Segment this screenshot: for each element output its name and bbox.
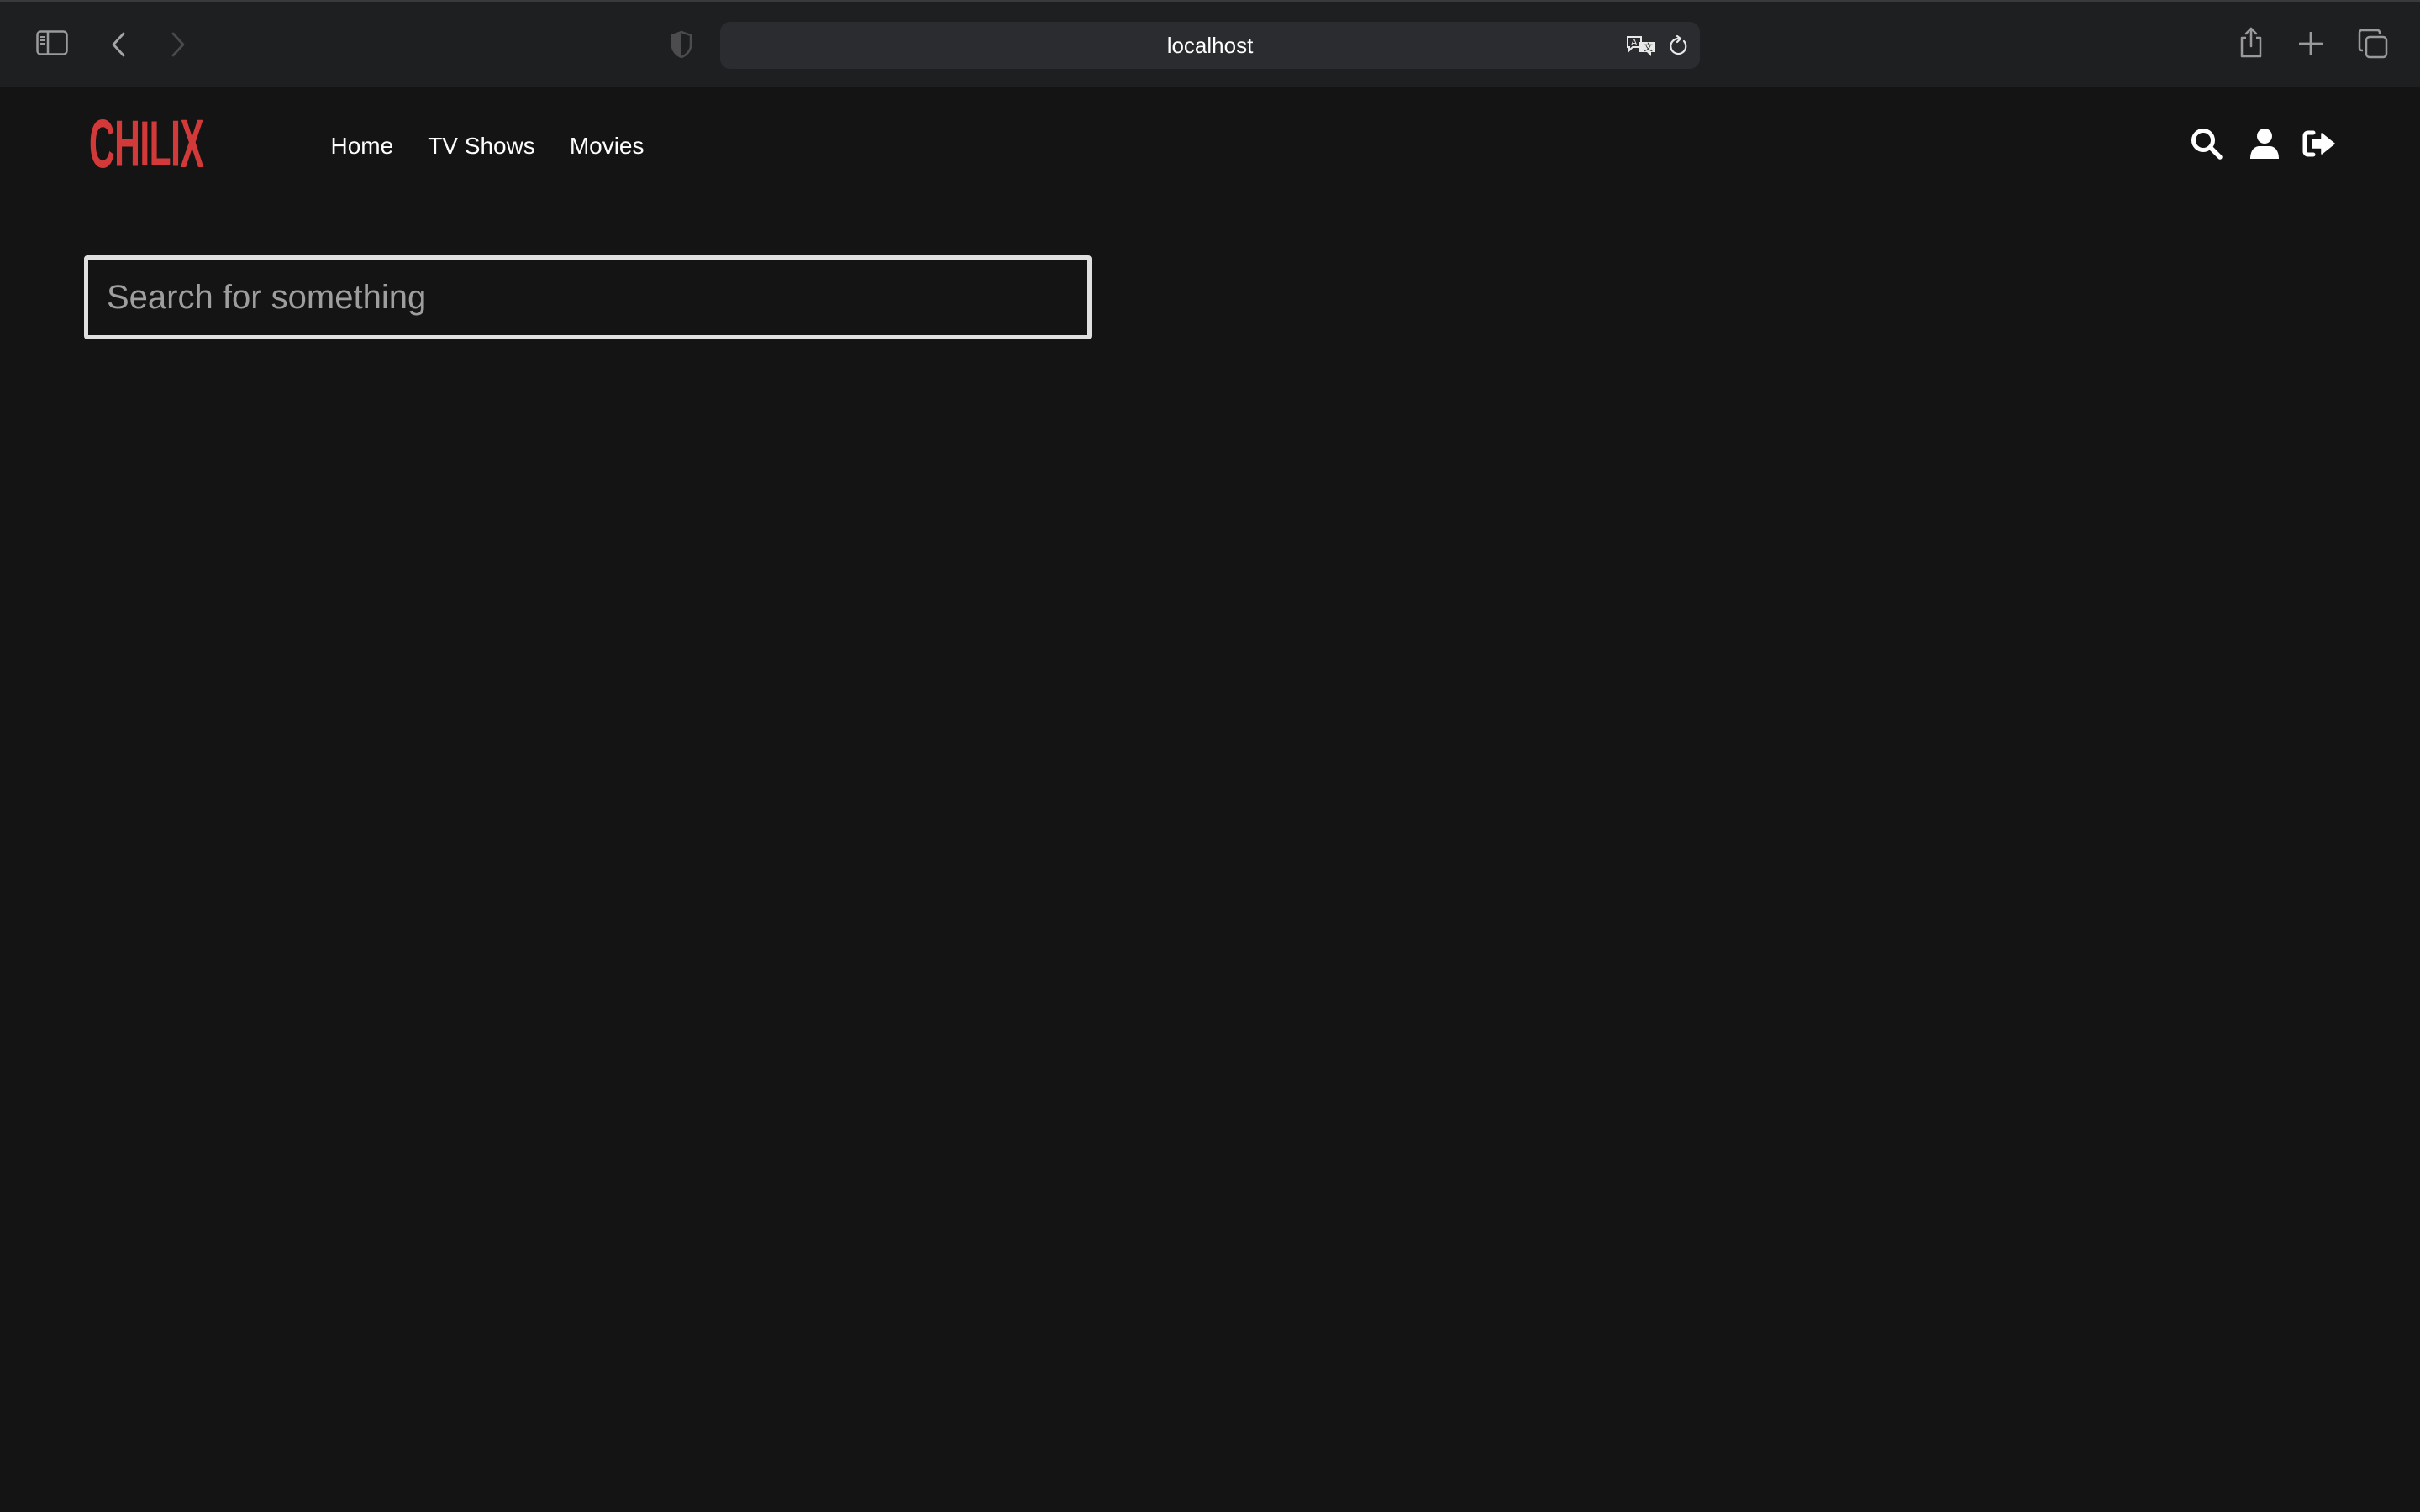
logo-letter: C <box>89 105 115 183</box>
browser-toolbar: localhost A文 <box>0 0 2420 87</box>
chevron-left-icon[interactable] <box>110 32 127 57</box>
sign-out-icon[interactable] <box>2302 127 2336 160</box>
logo-letter: L <box>149 108 171 181</box>
chevron-right-icon[interactable] <box>170 32 187 57</box>
shield-icon[interactable] <box>670 30 693 59</box>
nav-item-tv-shows[interactable]: TV Shows <box>411 129 553 163</box>
sidebar-toggle-icon[interactable] <box>36 30 68 55</box>
search-input[interactable] <box>84 255 1092 339</box>
address-bar[interactable]: localhost A文 <box>720 22 1700 69</box>
share-icon[interactable] <box>2238 26 2264 58</box>
main-nav: Home TV Shows Movies <box>313 129 661 163</box>
logo-letter: I <box>171 107 181 181</box>
logo-letter: X <box>180 105 204 183</box>
tab-overview-icon[interactable] <box>2358 29 2388 59</box>
url-text[interactable]: localhost <box>720 22 1700 69</box>
nav-item-home[interactable]: Home <box>313 129 411 163</box>
logo-text[interactable]: CHILIX <box>89 105 204 183</box>
user-icon[interactable] <box>2248 127 2281 160</box>
svg-text:A: A <box>1631 38 1638 48</box>
plus-icon[interactable] <box>2299 32 2323 55</box>
logo-letter: H <box>114 107 140 181</box>
logo[interactable]: CHILIX <box>89 105 224 183</box>
svg-text:文: 文 <box>1644 41 1653 53</box>
reload-icon[interactable] <box>1669 35 1689 57</box>
page: CHILIX Home TV Shows Movies <box>0 87 2420 1512</box>
logo-letter: I <box>139 108 150 181</box>
search-icon[interactable] <box>2190 127 2223 160</box>
nav-item-movies[interactable]: Movies <box>552 129 661 163</box>
translate-icon[interactable]: A文 <box>1626 35 1658 57</box>
